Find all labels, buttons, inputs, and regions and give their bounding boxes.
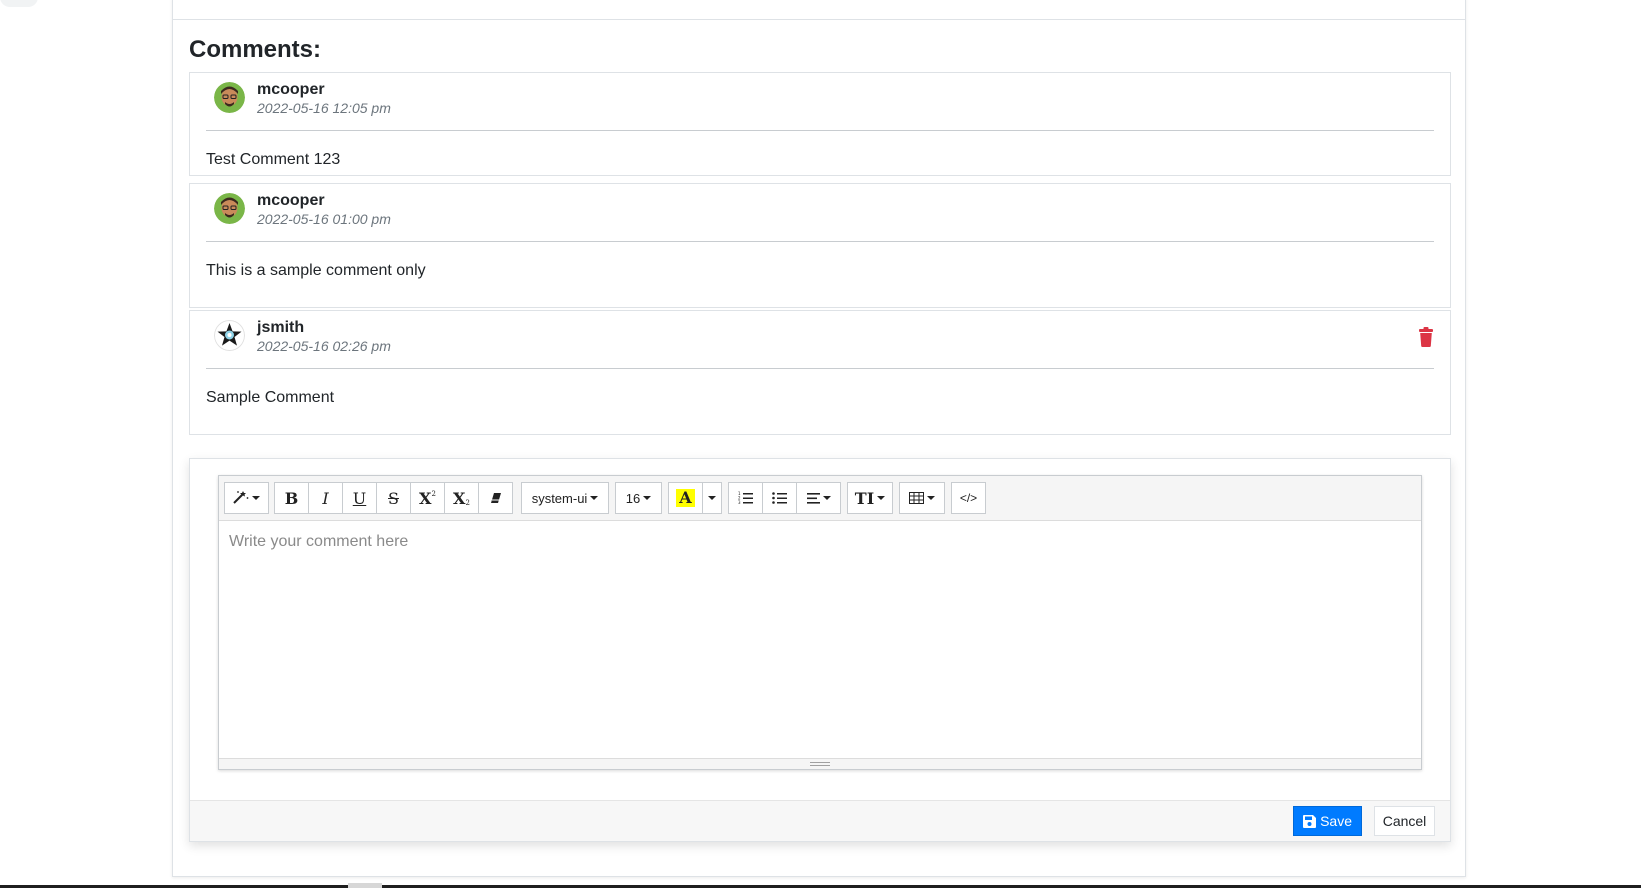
clear-format-button[interactable] [478,482,513,514]
comment-username: mcooper [257,192,325,209]
save-icon [1303,814,1317,828]
comment-username: mcooper [257,81,325,98]
rich-text-editor: B I U S X2 X2 system-ui 16 A 1 2 3 TI </… [218,475,1422,770]
chevron-down-icon [927,496,935,500]
highlight-color-dropdown[interactable] [702,482,722,514]
comment-item: mcooper 2022-05-16 12:05 pm Test Comment… [189,72,1451,176]
browser-tab-edge [0,0,38,7]
editor-toolbar: B I U S X2 X2 system-ui 16 A 1 2 3 TI </… [219,476,1421,521]
line-height-dropdown[interactable]: TI [847,482,893,514]
section-divider [173,19,1465,20]
eraser-icon [490,489,502,508]
chevron-down-icon [708,496,716,500]
highlight-label: A [676,489,695,507]
style-dropdown-button[interactable] [224,482,269,514]
comment-divider [206,241,1434,242]
strikethrough-button[interactable]: S [376,482,411,514]
svg-text:3: 3 [738,500,741,504]
comment-body: This is a sample comment only [206,262,426,279]
table-dropdown[interactable] [899,482,945,514]
italic-button[interactable]: I [308,482,343,514]
comments-heading: Comments: [189,36,322,63]
subscript-button[interactable]: X2 [444,482,479,514]
unordered-list-icon [772,489,787,508]
comment-timestamp: 2022-05-16 12:05 pm [257,100,391,116]
comment-form-card: B I U S X2 X2 system-ui 16 A 1 2 3 TI </… [189,458,1451,842]
chevron-down-icon [590,496,599,500]
chevron-down-icon [643,496,652,500]
superscript-label: X [419,488,432,508]
font-family-dropdown[interactable]: system-ui [521,482,609,514]
ordered-list-button[interactable]: 123 [728,482,763,514]
code-view-button[interactable]: </> [951,482,986,514]
comment-item: mcooper 2022-05-16 01:00 pm This is a sa… [189,183,1451,308]
comment-username: jsmith [257,319,305,336]
bold-button[interactable]: B [274,482,309,514]
save-label: Save [1320,813,1352,829]
comment-item: jsmith 2022-05-16 02:26 pm Sample Commen… [189,310,1451,435]
underline-button[interactable]: U [342,482,377,514]
taskbar-chip [348,883,382,888]
cancel-button[interactable]: Cancel [1374,806,1435,836]
subscript-label: X [453,488,466,508]
highlight-color-button[interactable]: A [668,482,703,514]
font-size-value: 16 [625,490,641,506]
editor-resize-bar[interactable] [219,758,1421,769]
magic-wand-icon [233,489,249,508]
comment-body: Sample Comment [206,389,335,406]
superscript-button[interactable]: X2 [410,482,445,514]
form-footer: Save Cancel [190,800,1450,841]
comment-timestamp: 2022-05-16 01:00 pm [257,211,391,227]
align-icon [806,489,820,508]
star-avatar-icon [214,320,245,351]
user-avatar-icon [214,82,245,113]
comment-timestamp: 2022-05-16 02:26 pm [257,338,391,354]
comment-body: Test Comment 123 [206,151,341,168]
font-family-value: system-ui [531,490,588,506]
unordered-list-button[interactable] [762,482,797,514]
font-size-dropdown[interactable]: 16 [615,482,662,514]
comment-divider [206,130,1434,131]
ordered-list-icon: 123 [738,489,753,508]
comment-textarea[interactable]: Write your comment here [219,521,1421,759]
chevron-down-icon [877,496,886,500]
line-height-label: TI [854,488,875,508]
task-details-card: Comments: mcooper 2022-05-16 12:05 pm Te… [172,0,1466,877]
user-avatar-icon [214,193,245,224]
resize-handle-icon[interactable] [810,762,830,766]
table-icon [909,489,924,508]
trash-icon[interactable] [1418,327,1434,347]
paragraph-align-dropdown[interactable] [796,482,841,514]
chevron-down-icon [252,496,260,500]
comment-divider [206,368,1434,369]
save-button[interactable]: Save [1293,806,1362,836]
chevron-down-icon [822,496,831,500]
